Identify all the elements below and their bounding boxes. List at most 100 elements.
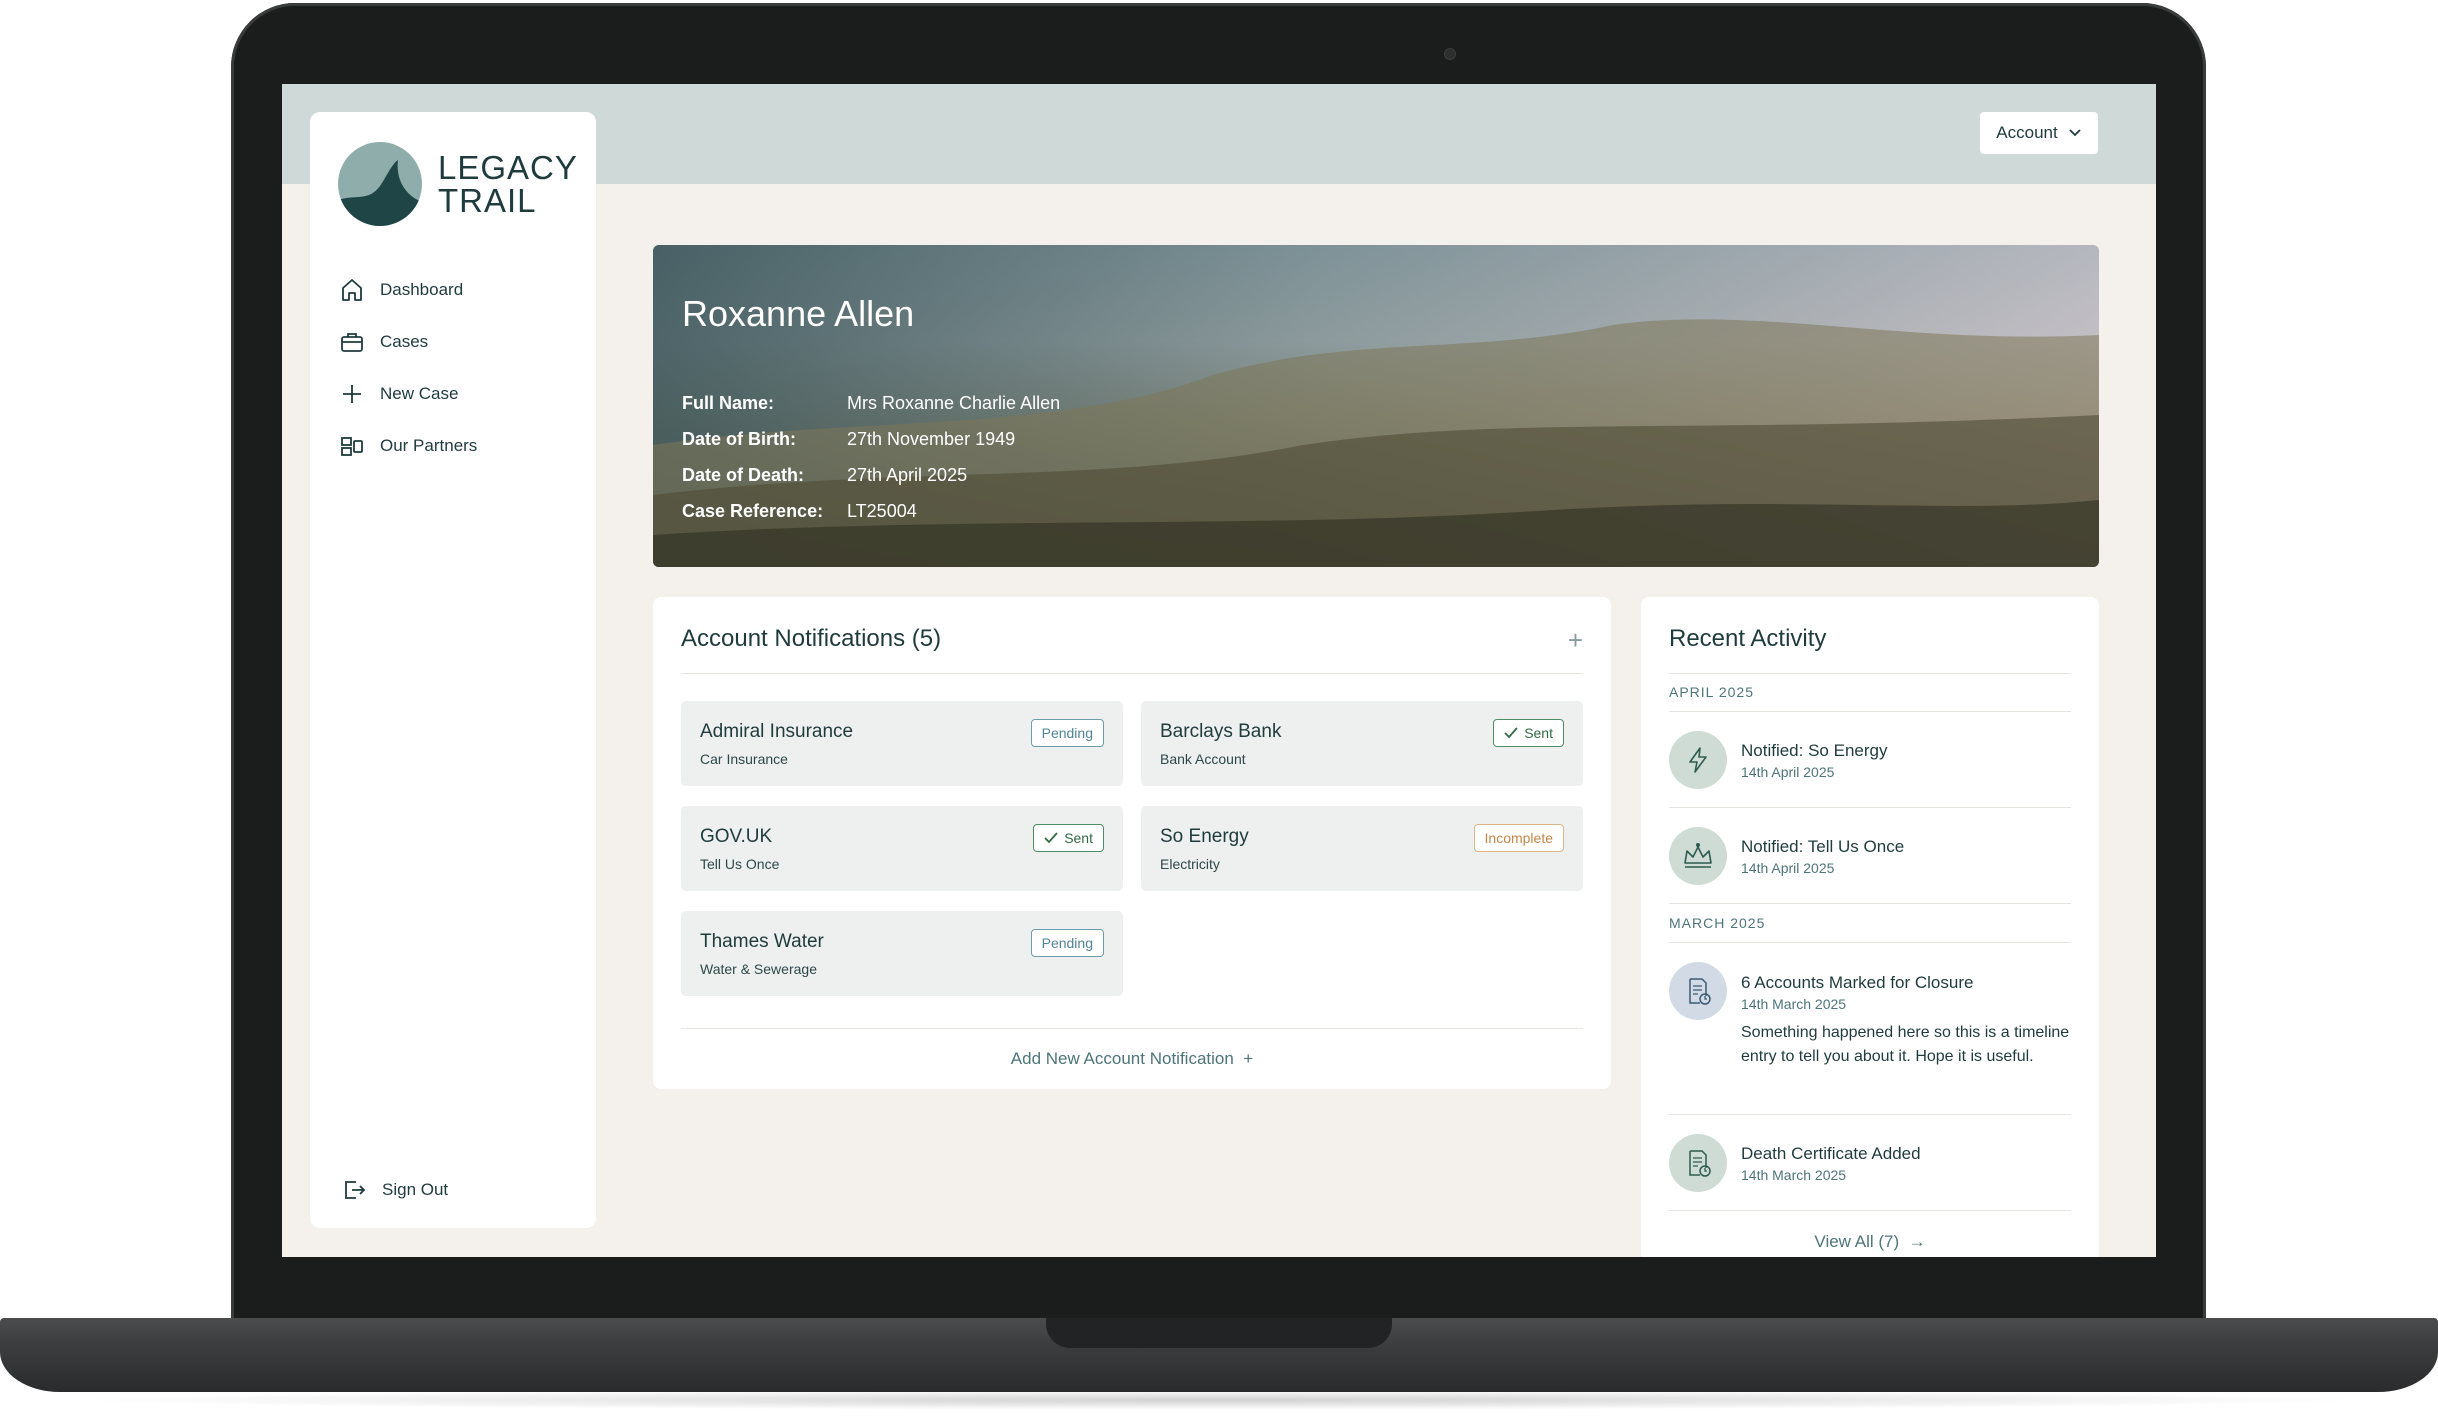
status-text: Pending — [1041, 935, 1093, 951]
activity-entry-title[interactable]: Death Certificate Added — [1741, 1144, 1921, 1164]
detail-label: Full Name: — [682, 392, 775, 413]
divider — [1669, 673, 2071, 674]
sidebar-nav: Dashboard Cases New Case Our Partners — [338, 264, 477, 472]
notifications-title: Account Notifications (5) — [681, 625, 942, 652]
status-badge: Incomplete — [1473, 824, 1564, 852]
activity-entry-title[interactable]: 6 Accounts Marked for Closure — [1741, 973, 1973, 993]
detail-value: 27th November 1949 — [847, 428, 1016, 449]
divider — [681, 673, 1583, 674]
person-details: Full Name: Mrs Roxanne Charlie Allen Date… — [682, 385, 1060, 529]
briefcase-icon — [341, 333, 363, 352]
detail-value: Mrs Roxanne Charlie Allen — [847, 392, 1061, 413]
partners-icon — [341, 437, 363, 456]
status-badge: Sent — [1033, 824, 1104, 852]
tile-name: GOV.UK — [700, 826, 773, 847]
notification-tile-govuk[interactable]: GOV.UK Tell Us Once Sent — [681, 806, 1123, 891]
activity-entry-date: 14th April 2025 — [1741, 764, 1835, 780]
brand-logo[interactable]: LEGACY TRAIL — [338, 142, 578, 226]
brand-line-1: LEGACY — [438, 149, 578, 186]
activity-entry-date: 14th March 2025 — [1741, 996, 1847, 1012]
check-icon — [1504, 727, 1518, 739]
status-text: Incomplete — [1484, 830, 1553, 846]
add-notification-plus-icon[interactable]: + — [1568, 627, 1583, 653]
sign-out-button[interactable]: Sign Out — [340, 1176, 448, 1204]
detail-label: Date of Birth: — [682, 428, 796, 449]
divider — [1669, 1210, 2071, 1211]
tile-name: Admiral Insurance — [700, 721, 854, 742]
detail-row: Date of Birth: 27th November 1949 — [682, 421, 1060, 457]
chevron-down-icon — [2069, 129, 2081, 137]
sidebar-item-our-partners[interactable]: Our Partners — [338, 420, 477, 472]
detail-label: Case Reference: — [682, 500, 824, 521]
tile-type: Tell Us Once — [700, 856, 780, 872]
crown-icon — [1669, 827, 1727, 885]
laptop-notch — [1046, 1318, 1392, 1348]
divider — [1669, 1114, 2071, 1115]
recent-activity-card: Recent Activity APRIL 2025 Notified: So … — [1641, 597, 2099, 1257]
divider — [1669, 942, 2071, 943]
plus-icon — [343, 385, 361, 403]
brand-line-2: TRAIL — [438, 182, 537, 219]
notification-tile-so-energy[interactable]: So Energy Electricity Incomplete — [1141, 806, 1583, 891]
detail-value: 27th April 2025 — [847, 464, 968, 485]
tile-name: So Energy — [1160, 826, 1249, 847]
status-badge: Pending — [1030, 929, 1104, 957]
sidebar-item-label: Our Partners — [380, 436, 478, 455]
month-heading: MARCH 2025 — [1669, 915, 1766, 931]
divider — [681, 1028, 1583, 1029]
divider — [1669, 807, 2071, 808]
detail-value: LT25004 — [847, 500, 917, 521]
document-clock-icon — [1669, 962, 1727, 1020]
divider — [1669, 903, 2071, 904]
sidebar-item-label: New Case — [380, 384, 459, 403]
lightning-icon — [1669, 731, 1727, 789]
view-all-link[interactable]: View All (7) → — [1641, 1232, 2099, 1252]
account-label: Account — [1996, 123, 2058, 142]
view-all-label: View All (7) — [1814, 1232, 1900, 1251]
status-text: Pending — [1041, 725, 1093, 741]
status-badge: Sent — [1493, 719, 1564, 747]
notification-tile-thames-water[interactable]: Thames Water Water & Sewerage Pending — [681, 911, 1123, 996]
person-name: Roxanne Allen — [682, 293, 915, 334]
laptop-shadow — [60, 1390, 2378, 1410]
detail-row: Full Name: Mrs Roxanne Charlie Allen — [682, 385, 1060, 421]
notification-tile-barclays[interactable]: Barclays Bank Bank Account Sent — [1141, 701, 1583, 786]
account-dropdown[interactable]: Account — [1980, 112, 2098, 154]
arrow-right-icon: → — [1903, 1232, 1926, 1251]
sidebar: LEGACY TRAIL Dashboard Cases New Case Ou… — [310, 112, 596, 1228]
detail-row: Case Reference: LT25004 — [682, 493, 1060, 529]
detail-label: Date of Death: — [682, 464, 805, 485]
tile-name: Barclays Bank — [1160, 721, 1282, 742]
status-text: Sent — [1064, 830, 1093, 846]
activity-entry-date: 14th April 2025 — [1741, 860, 1835, 876]
sidebar-item-dashboard[interactable]: Dashboard — [338, 264, 477, 316]
document-clock-icon — [1669, 1134, 1727, 1192]
status-badge: Pending — [1030, 719, 1104, 747]
home-icon — [342, 279, 362, 301]
add-new-notification-link[interactable]: Add New Account Notification + — [653, 1049, 1611, 1069]
detail-row: Date of Death: 27th April 2025 — [682, 457, 1060, 493]
activity-entry-title[interactable]: Notified: So Energy — [1741, 741, 1887, 761]
brand-name: LEGACY TRAIL — [438, 151, 578, 217]
tile-type: Bank Account — [1160, 751, 1246, 767]
app-screen: Account LEGACY TRAIL Dashboard Cases New… — [282, 84, 2156, 1257]
month-heading: APRIL 2025 — [1669, 684, 1754, 700]
notification-tile-admiral[interactable]: Admiral Insurance Car Insurance Pending — [681, 701, 1123, 786]
profile-hero: Roxanne Allen Full Name: Mrs Roxanne Char… — [653, 245, 2099, 567]
activity-entry-title[interactable]: Notified: Tell Us Once — [1741, 837, 1904, 857]
sidebar-item-new-case[interactable]: New Case — [338, 368, 477, 420]
activity-title: Recent Activity — [1669, 625, 1827, 652]
activity-entry-description: Something happened here so this is a tim… — [1741, 1024, 2070, 1065]
sidebar-item-label: Dashboard — [380, 280, 464, 299]
sidebar-item-cases[interactable]: Cases — [338, 316, 477, 368]
sign-out-label: Sign Out — [382, 1180, 449, 1199]
tile-name: Thames Water — [700, 931, 824, 952]
divider — [1669, 711, 2071, 712]
tile-type: Electricity — [1160, 856, 1220, 872]
plus-icon: + — [1238, 1049, 1254, 1068]
sign-out-icon — [345, 1181, 366, 1199]
activity-entry-date: 14th March 2025 — [1741, 1167, 1847, 1183]
check-icon — [1044, 832, 1058, 844]
tile-type: Car Insurance — [700, 751, 788, 767]
add-link-label: Add New Account Notification — [1010, 1049, 1234, 1068]
